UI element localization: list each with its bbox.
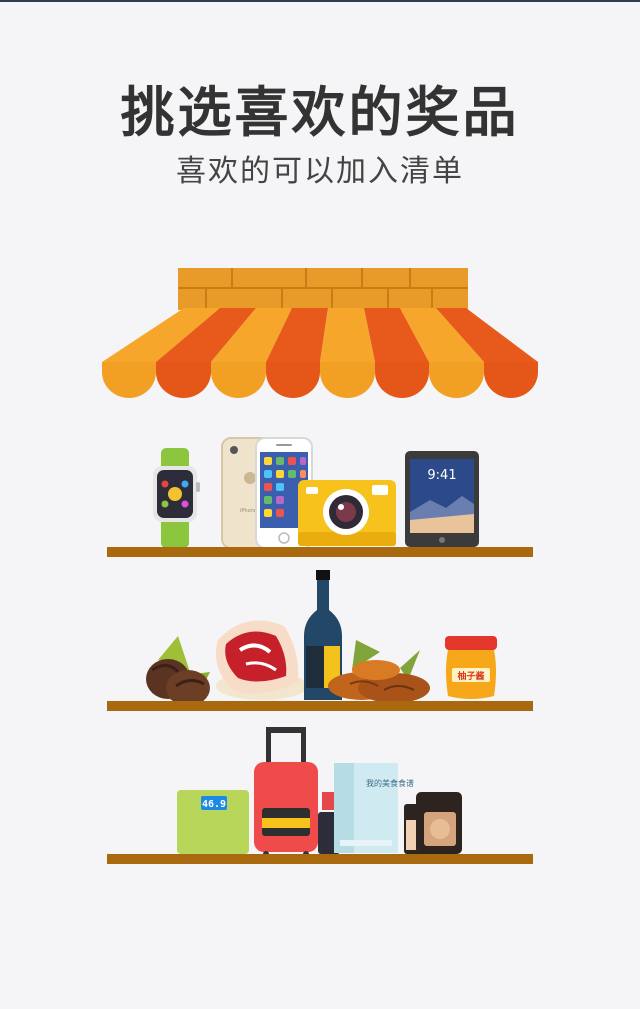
book-title-text: 我的美食食谱 — [366, 778, 414, 788]
shop-illustration: iPhone 9:41 柚子酱 46.9 我的美食食谱 — [102, 268, 538, 864]
shelf-food: 柚子酱 — [146, 570, 497, 706]
honey-jar-label: 柚子酱 — [457, 670, 484, 682]
honey-jar-icon: 柚子酱 — [445, 636, 497, 699]
shop-awning — [102, 268, 538, 398]
shelf-board-2 — [107, 701, 533, 711]
shelf-board-1 — [107, 547, 533, 557]
shelf-board-3 — [107, 854, 533, 864]
body-scale-icon: 46.9 — [177, 790, 249, 854]
nuts-icon — [328, 640, 430, 703]
makeup-icon — [404, 792, 462, 854]
tablet-icon: 9:41 — [405, 451, 479, 547]
recipe-book-icon: 我的美食食谱 — [334, 763, 414, 853]
chestnut-icon — [146, 636, 210, 706]
shelf-electronics: iPhone 9:41 — [153, 437, 479, 549]
phone-brand-text: iPhone — [240, 508, 257, 514]
shelf-lifestyle: 46.9 我的美食食谱 — [177, 727, 462, 857]
steak-icon — [215, 620, 308, 700]
suitcase-icon — [254, 727, 318, 857]
smart-watch-icon — [153, 448, 200, 548]
camera-icon — [298, 480, 396, 546]
tablet-time-text: 9:41 — [427, 468, 456, 483]
scale-display-text: 46.9 — [202, 799, 226, 810]
